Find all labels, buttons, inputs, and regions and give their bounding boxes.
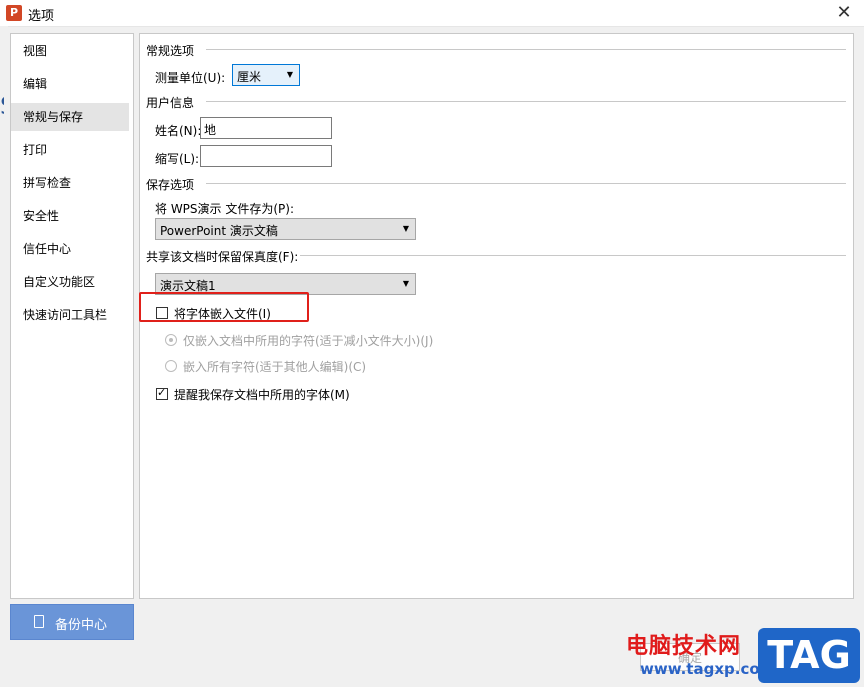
section-title-save: 保存选项 [146, 178, 195, 192]
unit-select[interactable]: 厘米 ▼ [232, 64, 300, 86]
backup-center-button[interactable]: 备份中心 [10, 604, 134, 640]
embed-used-characters-label: 仅嵌入文档中所用的字符(适于减小文件大小)(J) [183, 334, 434, 348]
document-icon [34, 615, 44, 628]
dropdown-arrow-icon: ▼ [402, 279, 409, 288]
sidebar: 视图 编辑 常规与保存 打印 拼写检查 安全性 信任中心 自定义功能区 快速访问… [10, 33, 134, 599]
highlight-annotation [139, 292, 309, 322]
backup-center-label: 备份中心 [55, 618, 108, 633]
window-title: 选项 [28, 9, 55, 24]
save-as-format-value: PowerPoint 演示文稿 [160, 224, 278, 238]
remind-fonts-label[interactable]: 提醒我保存文档中所用的字体(M) [174, 386, 350, 403]
sidebar-item-security[interactable]: 安全性 [11, 202, 129, 230]
sidebar-item-edit[interactable]: 编辑 [11, 70, 129, 98]
section-title-general: 常规选项 [146, 44, 195, 58]
save-as-label: 将 WPS演示 文件存为(P): [155, 202, 294, 216]
embed-all-characters-radio[interactable] [165, 360, 177, 372]
unit-label: 测量单位(U): [155, 71, 226, 85]
dropdown-arrow-icon: ▼ [286, 70, 293, 79]
watermark-tag-logo: TAG [758, 628, 860, 683]
initials-label: 缩写(L): [155, 152, 200, 166]
sidebar-item-general-save[interactable]: 常规与保存 [11, 103, 129, 131]
sidebar-item-customize-ribbon[interactable]: 自定义功能区 [11, 268, 129, 296]
save-as-format-select[interactable]: PowerPoint 演示文稿 ▼ [155, 218, 416, 240]
title-bar: P 选项 ✕ [0, 0, 864, 27]
sidebar-item-trust-center[interactable]: 信任中心 [11, 235, 129, 263]
name-field-value: 地 [204, 123, 217, 137]
section-divider [206, 101, 846, 102]
initials-field[interactable] [200, 145, 332, 167]
background-window-edge: S [0, 26, 8, 687]
name-field[interactable]: 地 [200, 117, 332, 139]
close-icon[interactable]: ✕ [832, 1, 856, 25]
section-title-user-info: 用户信息 [146, 96, 195, 110]
unit-select-value: 厘米 [237, 70, 262, 84]
sidebar-item-view[interactable]: 视图 [11, 37, 129, 65]
watermark-site-text: 电脑技术网 [626, 634, 742, 659]
remind-fonts-checkbox[interactable]: ✓ [156, 386, 168, 400]
sidebar-item-spellcheck[interactable]: 拼写检查 [11, 169, 129, 197]
name-label: 姓名(N): [155, 124, 202, 138]
embed-all-characters-label: 嵌入所有字符(适于其他人编辑)(C) [183, 360, 367, 374]
wps-presentation-icon: P [6, 5, 22, 21]
embed-used-characters-radio[interactable] [165, 334, 177, 346]
dropdown-arrow-icon: ▼ [402, 224, 409, 233]
checkmark-icon: ✓ [157, 386, 167, 399]
section-divider [206, 49, 846, 50]
watermark-url: www.tagxp.com [640, 660, 776, 678]
sidebar-item-print[interactable]: 打印 [11, 136, 129, 164]
section-divider [300, 255, 846, 256]
sidebar-item-quick-access-toolbar[interactable]: 快速访问工具栏 [11, 301, 129, 329]
section-title-fidelity: 共享该文档时保留保真度(F): [146, 250, 299, 264]
section-divider [206, 183, 846, 184]
